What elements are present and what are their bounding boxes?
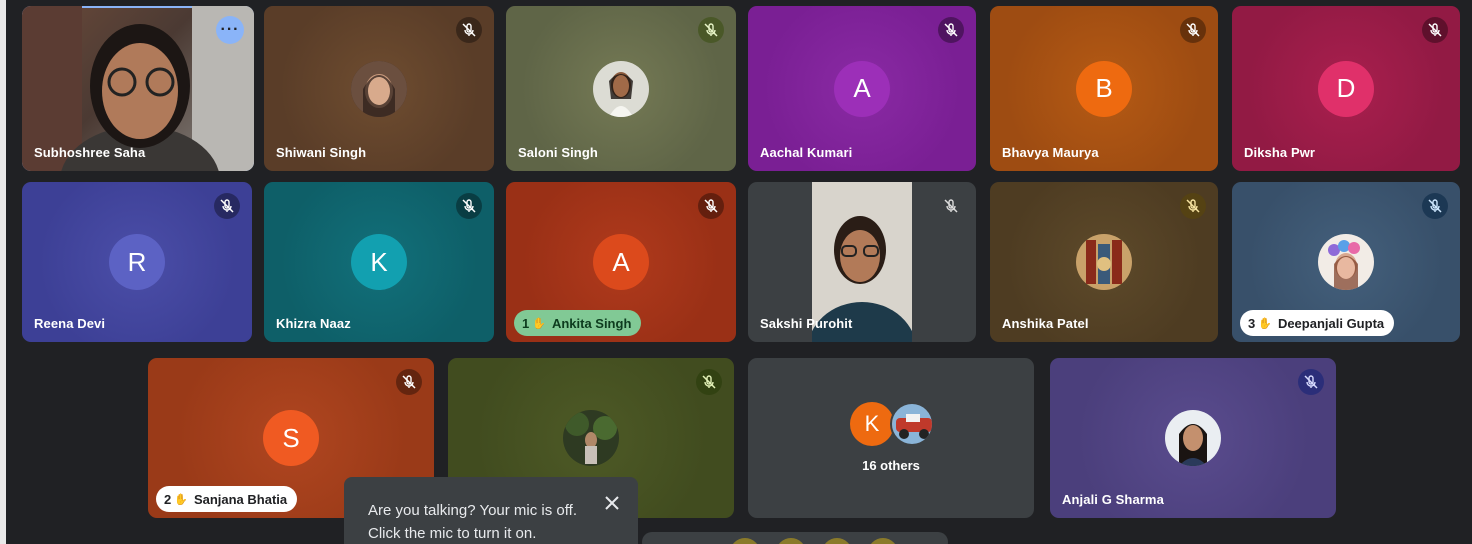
- mic-off-icon: [696, 369, 722, 395]
- hand-order: 3: [1248, 315, 1256, 331]
- others-avatar-stack: K: [850, 402, 942, 448]
- participant-tile-diksha[interactable]: D Diksha Pwr: [1232, 6, 1460, 171]
- participant-tile-reena[interactable]: R Reena Devi: [22, 182, 252, 342]
- participant-name: Reena Devi: [34, 316, 106, 331]
- participant-tile-shiwani[interactable]: Shiwani Singh: [264, 6, 494, 171]
- mic-off-icon: [1298, 369, 1324, 395]
- participant-tile-subhoshree[interactable]: ··· Subhoshree Saha: [22, 6, 254, 171]
- avatar: [890, 402, 934, 446]
- more-options-button[interactable]: ···: [216, 16, 244, 44]
- mic-off-icon: [698, 17, 724, 43]
- mic-off-icon: [938, 193, 964, 219]
- participant-name: Diksha Pwr: [1244, 145, 1316, 160]
- avatar-initial: B: [1076, 60, 1132, 117]
- close-icon[interactable]: [600, 491, 624, 515]
- participant-name: Sakshi Purohit: [760, 316, 853, 331]
- participant-tile-deepanjali[interactable]: 3 ✋ Deepanjali Gupta: [1232, 182, 1460, 342]
- participant-name: Anjali G Sharma: [1062, 492, 1164, 507]
- mic-off-toast: Are you talking? Your mic is off. Click …: [344, 477, 638, 544]
- participant-tile-ankita[interactable]: A 1 ✋ Ankita Singh: [506, 182, 736, 342]
- participant-tile-bhavya[interactable]: B Bhavya Maurya: [990, 6, 1218, 171]
- participant-tile-khizra[interactable]: K Khizra Naaz: [264, 182, 494, 342]
- participant-tile-sakshi[interactable]: Sakshi Purohit: [748, 182, 976, 342]
- mic-off-icon: [456, 193, 482, 219]
- others-tile[interactable]: K 16 others: [748, 358, 1034, 518]
- avatar-initial: D: [1318, 60, 1374, 117]
- raised-hand-badge: 1 ✋ Ankita Singh: [514, 310, 642, 336]
- avatar: [593, 60, 649, 117]
- mic-off-icon: [214, 193, 240, 219]
- avatar: [563, 410, 619, 466]
- mic-off-icon: [1180, 17, 1206, 43]
- mic-off-icon: [456, 17, 482, 43]
- toast-message: Are you talking? Your mic is off. Click …: [368, 502, 578, 542]
- avatar-initial: A: [593, 234, 649, 290]
- participant-tile-anjali[interactable]: Anjali G Sharma: [1050, 358, 1336, 518]
- mic-off-icon: [1422, 17, 1448, 43]
- participant-name: Bhavya Maurya: [1002, 145, 1099, 160]
- avatar: [351, 60, 407, 117]
- raised-hand-icon: ✋: [174, 493, 188, 506]
- avatar: [1165, 410, 1221, 466]
- mic-off-icon: [698, 193, 724, 219]
- avatar: [1076, 234, 1132, 290]
- participant-name: Saloni Singh: [518, 145, 598, 160]
- mic-off-icon: [1180, 193, 1206, 219]
- participant-name: Deepanjali Gupta: [1277, 315, 1385, 331]
- raised-hand-badge: 3 ✋ Deepanjali Gupta: [1240, 310, 1395, 336]
- others-count-label: 16 others: [862, 458, 920, 473]
- mic-off-icon: [1422, 193, 1448, 219]
- participant-name: Shiwani Singh: [276, 145, 367, 160]
- participant-name: Subhoshree Saha: [34, 145, 146, 160]
- participant-name: Khizra Naaz: [276, 316, 351, 331]
- mic-off-icon: [938, 17, 964, 43]
- avatar-initial: K: [351, 234, 407, 290]
- participant-name: Sanjana Bhatia: [193, 491, 288, 507]
- participant-tile-anshika[interactable]: Anshika Patel: [990, 182, 1218, 342]
- avatar-initial: K: [850, 402, 894, 446]
- participant-tile-aachal[interactable]: A Aachal Kumari: [748, 6, 976, 171]
- raised-hand-icon: ✋: [532, 317, 546, 330]
- avatar-initial: S: [263, 410, 319, 466]
- raised-hand-icon: ✋: [1258, 317, 1272, 330]
- participant-name: Aachal Kumari: [760, 145, 853, 160]
- participant-tile-saloni[interactable]: Saloni Singh: [506, 6, 736, 171]
- hand-order: 2: [164, 491, 172, 507]
- hand-order: 1: [522, 315, 530, 331]
- raised-hand-badge: 2 ✋ Sanjana Bhatia: [156, 486, 298, 512]
- avatar: [1318, 234, 1374, 290]
- mic-off-icon: [396, 369, 422, 395]
- participant-name: Ankita Singh: [551, 315, 632, 331]
- avatar-initial: A: [834, 60, 890, 117]
- participant-name: Anshika Patel: [1002, 316, 1089, 331]
- avatar-initial: R: [109, 234, 165, 290]
- meeting-stage: ··· Subhoshree Saha Shiwani Singh Saloni…: [6, 0, 1472, 544]
